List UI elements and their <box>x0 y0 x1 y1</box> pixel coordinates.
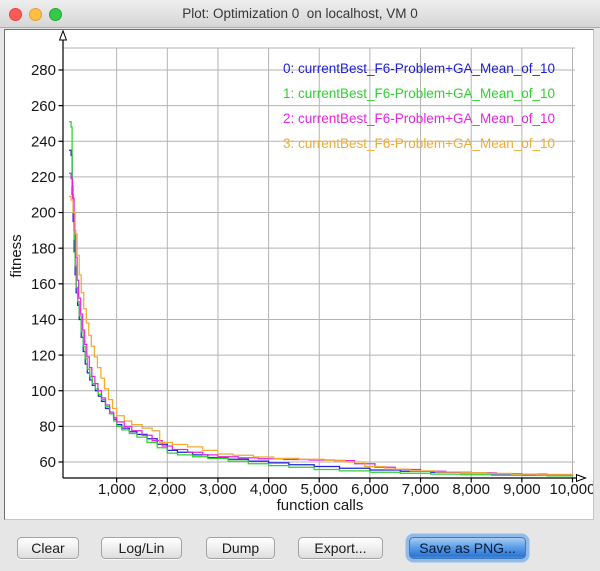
export-button[interactable]: Export... <box>298 537 383 559</box>
legend-item: 3: currentBest_F6-Problem+GA_Mean_of_10 <box>283 136 555 151</box>
y-tick-label: 100 <box>31 383 56 400</box>
y-tick-label: 200 <box>31 205 56 222</box>
x-tick-label: 6,000 <box>351 481 389 498</box>
title-bar: Plot: Optimization 0 on localhost, VM 0 <box>0 0 600 28</box>
y-tick-label: 140 <box>31 312 56 329</box>
y-tick-label: 180 <box>31 240 56 257</box>
y-tick-label: 240 <box>31 133 56 150</box>
plot-canvas: 280 260 240 220 200 180 160 140 120 100 80 60 1,000 2… <box>5 30 593 519</box>
x-tick-label: 5,000 <box>300 481 338 498</box>
series-line-2 <box>69 173 573 475</box>
x-axis-title: function calls <box>277 497 364 514</box>
x-tick-label: 3,000 <box>199 481 237 498</box>
y-tick-label: 80 <box>39 419 56 436</box>
plot-panel: 280 260 240 220 200 180 160 140 120 100 80 60 1,000 2… <box>4 29 594 520</box>
y-tick-label: 260 <box>31 98 56 115</box>
x-tick-label: 7,000 <box>402 481 440 498</box>
series-line-1 <box>69 122 573 477</box>
save-as-png-button[interactable]: Save as PNG... <box>409 537 526 559</box>
y-tick-label: 120 <box>31 347 56 364</box>
series-line-3 <box>69 197 573 476</box>
y-axis-arrow-icon <box>60 31 67 40</box>
legend-item: 1: currentBest_F6-Problem+GA_Mean_of_10 <box>283 86 555 101</box>
log-lin-button[interactable]: Log/Lin <box>101 537 182 559</box>
y-tick-label: 220 <box>31 169 56 186</box>
window-title: Plot: Optimization 0 on localhost, VM 0 <box>0 0 600 28</box>
x-tick-label: 2,000 <box>149 481 187 498</box>
y-tick-label: 160 <box>31 276 56 293</box>
x-tick-label: 8,000 <box>452 481 490 498</box>
x-tick-label: 1,000 <box>98 481 136 498</box>
legend-item: 2: currentBest_F6-Problem+GA_Mean_of_10 <box>283 111 555 126</box>
plot-area: 280 260 240 220 200 180 160 140 120 100 80 60 1,000 2… <box>8 31 593 514</box>
clear-button[interactable]: Clear <box>17 537 79 559</box>
close-button[interactable] <box>9 8 22 21</box>
legend-item: 0: currentBest_F6-Problem+GA_Mean_of_10 <box>283 61 555 76</box>
x-tick-label: 10,000 <box>550 481 593 498</box>
y-axis-title: fitness <box>8 234 25 277</box>
minimize-button[interactable] <box>29 8 42 21</box>
window-controls <box>9 8 62 21</box>
y-tick-label: 280 <box>31 62 56 79</box>
x-tick-label: 9,000 <box>503 481 541 498</box>
zoom-button[interactable] <box>49 8 62 21</box>
x-tick-label: 4,000 <box>250 481 288 498</box>
app-window: Plot: Optimization 0 on localhost, VM 0 … <box>0 0 600 571</box>
dump-button[interactable]: Dump <box>206 537 275 559</box>
y-tick-label: 60 <box>39 454 56 471</box>
